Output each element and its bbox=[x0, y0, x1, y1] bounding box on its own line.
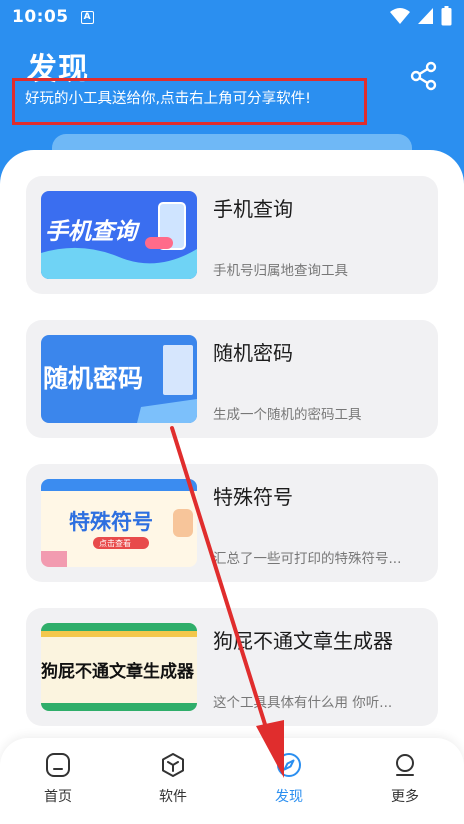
tool-thumbnail: 随机密码 bbox=[41, 335, 197, 423]
share-button[interactable] bbox=[408, 60, 440, 92]
thumb-label: 手机查询 bbox=[45, 219, 141, 245]
tool-card-random-password[interactable]: 随机密码 随机密码 生成一个随机的密码工具 bbox=[26, 320, 438, 438]
thumb-label: 随机密码 bbox=[43, 364, 143, 393]
tool-card-title: 随机密码 bbox=[213, 341, 293, 365]
tool-card-title: 手机查询 bbox=[213, 197, 293, 221]
wifi-icon bbox=[390, 8, 410, 24]
tool-thumbnail: 手机查询 bbox=[41, 191, 197, 279]
tool-card-desc: 这个工具具体有什么用 你听... bbox=[213, 695, 393, 711]
tool-card-article-generator[interactable]: 狗屁不通文章生成器 狗屁不通文章生成器 这个工具具体有什么用 你听... bbox=[26, 608, 438, 726]
nav-label: 更多 bbox=[391, 789, 419, 805]
signal-icon bbox=[418, 8, 433, 24]
tool-card-title: 狗屁不通文章生成器 bbox=[213, 629, 393, 653]
content-sheet: 手机查询 手机查询 手机号归属地查询工具 随机密码 随机密码 生成一个随机的密码… bbox=[0, 150, 464, 824]
nav-discover[interactable]: 发现 bbox=[249, 752, 329, 816]
nav-label: 软件 bbox=[159, 789, 187, 805]
status-icons bbox=[390, 6, 452, 26]
tool-card-special-symbols[interactable]: 特殊符号 点击查看 特殊符号 汇总了一些可打印的特殊符号... bbox=[26, 464, 438, 582]
tool-card-desc: 生成一个随机的密码工具 bbox=[213, 407, 362, 423]
notification-icon: A bbox=[80, 10, 94, 24]
tool-card-phone-lookup[interactable]: 手机查询 手机查询 手机号归属地查询工具 bbox=[26, 176, 438, 294]
home-icon bbox=[46, 753, 70, 777]
nav-label: 首页 bbox=[44, 789, 72, 805]
page-subtitle: 好玩的小工具送给你,点击右上角可分享软件! bbox=[25, 91, 311, 107]
thumb-label: 狗屁不通文章生成器 bbox=[41, 661, 195, 682]
thumb-label: 特殊符号 bbox=[69, 510, 153, 534]
tool-card-desc: 汇总了一些可打印的特殊符号... bbox=[213, 551, 402, 567]
thumb-sublabel: 点击查看 bbox=[99, 538, 131, 548]
compass-icon bbox=[277, 753, 301, 777]
tool-thumbnail: 狗屁不通文章生成器 bbox=[41, 623, 197, 711]
tool-card-desc: 手机号归属地查询工具 bbox=[213, 263, 348, 279]
cube-icon bbox=[162, 753, 184, 777]
person-icon bbox=[396, 754, 414, 776]
status-time: 10:05 bbox=[12, 7, 69, 27]
share-icon bbox=[410, 61, 437, 91]
tool-card-title: 特殊符号 bbox=[213, 485, 293, 509]
status-bar: 10:05 A bbox=[0, 0, 464, 34]
nav-software[interactable]: 软件 bbox=[133, 752, 213, 816]
nav-home[interactable]: 首页 bbox=[18, 752, 98, 816]
nav-more[interactable]: 更多 bbox=[365, 752, 445, 816]
tool-thumbnail: 特殊符号 点击查看 bbox=[41, 479, 197, 567]
bottom-nav: 首页 软件 发现 更多 bbox=[0, 738, 464, 824]
nav-label: 发现 bbox=[275, 789, 303, 805]
battery-icon bbox=[441, 6, 452, 26]
